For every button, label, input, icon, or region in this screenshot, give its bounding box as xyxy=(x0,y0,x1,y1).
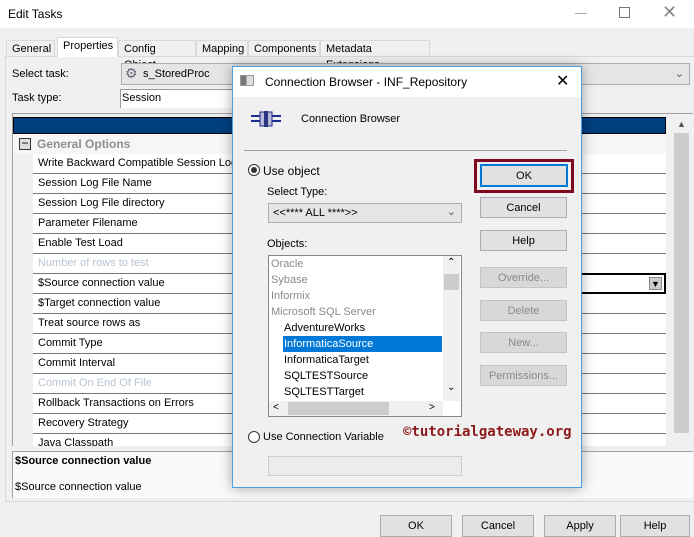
task-type-value: Session xyxy=(122,92,162,104)
dialog-title: Connection Browser - INF_Repository xyxy=(265,75,468,89)
dialog-ok-button[interactable]: OK xyxy=(480,164,568,187)
scrollbar-thumb[interactable] xyxy=(444,274,459,290)
list-item[interactable]: InformaticaSource xyxy=(283,336,442,352)
row-label: Session Log File Name xyxy=(38,177,152,189)
dialog-help-button[interactable]: Help xyxy=(480,230,567,251)
select-type-label: Select Type: xyxy=(267,186,328,198)
scroll-down-icon[interactable]: ⌄ xyxy=(447,382,455,393)
scrollbar-thumb[interactable] xyxy=(288,402,389,415)
tab-mapping[interactable]: Mapping xyxy=(196,40,248,57)
group-label: General Options xyxy=(37,137,131,151)
dialog-heading: Connection Browser xyxy=(301,113,401,125)
list-vertical-scrollbar[interactable]: ⌃ ⌄ xyxy=(443,256,460,401)
app-icon xyxy=(240,75,254,86)
row-label: Rollback Transactions on Errors xyxy=(38,397,194,409)
list-item[interactable]: AdventureWorks xyxy=(283,320,365,336)
tab-general[interactable]: General xyxy=(6,40,55,57)
new-button[interactable]: New... xyxy=(480,332,567,353)
row-label: $Target connection value xyxy=(38,297,161,309)
row-label: Commit Type xyxy=(38,337,103,349)
row-label: Write Backward Compatible Session Log xyxy=(38,157,238,169)
select-task-value: s_StoredProc xyxy=(143,68,210,80)
separator xyxy=(244,150,567,151)
row-label: Session Log File directory xyxy=(38,197,165,209)
select-type-dropdown[interactable]: <<**** ALL ****>> ⌄ xyxy=(268,203,462,223)
objects-label: Objects: xyxy=(267,238,308,250)
dialog-title-bar: Connection Browser - INF_Repository ✕ xyxy=(233,67,581,97)
connection-icon xyxy=(251,111,281,127)
title-bar: Edit Tasks ✕ xyxy=(0,0,694,28)
select-task-label: Select task: xyxy=(12,68,69,80)
delete-button[interactable]: Delete xyxy=(480,300,567,321)
collapse-icon[interactable]: − xyxy=(19,137,31,150)
maximize-button[interactable] xyxy=(619,7,630,18)
task-type-field: Session xyxy=(120,89,240,108)
scroll-right-icon[interactable]: > xyxy=(429,402,435,413)
dropdown-arrow-icon[interactable]: ▼ xyxy=(649,277,662,290)
task-type-label: Task type: xyxy=(12,92,62,104)
list-horizontal-scrollbar[interactable]: < > xyxy=(269,401,443,416)
use-connection-variable-label: Use Connection Variable xyxy=(263,431,384,443)
tab-properties[interactable]: Properties xyxy=(57,37,118,57)
list-category[interactable]: Oracle xyxy=(271,256,303,272)
tab-components[interactable]: Components xyxy=(248,40,320,57)
dialog-cancel-button[interactable]: Cancel xyxy=(480,197,567,218)
list-category[interactable]: Microsoft SQL Server xyxy=(271,304,376,320)
connection-variable-input[interactable] xyxy=(268,456,462,476)
list-category[interactable]: Sybase xyxy=(271,272,308,288)
window-title: Edit Tasks xyxy=(8,7,63,21)
use-object-label: Use object xyxy=(263,164,320,178)
use-object-radio[interactable] xyxy=(248,164,260,176)
list-category[interactable]: Informix xyxy=(271,288,310,304)
row-label: Commit On End Of File xyxy=(38,377,152,389)
chevron-down-icon: ⌄ xyxy=(674,68,684,80)
watermark: ©tutorialgateway.org xyxy=(403,424,572,440)
row-label: Recovery Strategy xyxy=(38,417,129,429)
row-label: Enable Test Load xyxy=(38,237,123,249)
vertical-scrollbar[interactable]: ▲ xyxy=(673,117,690,446)
dialog-close-button[interactable]: ✕ xyxy=(556,71,569,91)
tab-config-object[interactable]: Config Object xyxy=(118,40,196,71)
list-item[interactable]: InformaticaTarget xyxy=(283,352,369,368)
connection-browser-dialog: Connection Browser - INF_Repository ✕ Co… xyxy=(232,66,582,488)
row-label: Commit Interval xyxy=(38,357,116,369)
scrollbar-thumb[interactable] xyxy=(674,133,689,433)
description-text: $Source connection value xyxy=(15,481,142,493)
row-label: Treat source rows as xyxy=(38,317,141,329)
list-item[interactable]: SQLTESTTarget xyxy=(283,384,364,400)
gear-icon: ⚙ xyxy=(125,65,138,81)
row-label: Java Classpath xyxy=(38,437,114,446)
list-item[interactable]: SQLTESTSource xyxy=(283,368,368,384)
row-label: $Source connection value xyxy=(38,277,165,289)
override-button[interactable]: Override... xyxy=(480,267,567,288)
minimize-button[interactable] xyxy=(575,13,587,14)
select-type-value: <<**** ALL ****>> xyxy=(273,207,358,219)
row-label: Number of rows to test xyxy=(38,257,149,269)
scroll-left-icon[interactable]: < xyxy=(273,402,279,413)
close-button[interactable]: ✕ xyxy=(662,2,677,23)
objects-list[interactable]: Oracle Sybase Informix Microsoft SQL Server… xyxy=(268,255,462,417)
description-title: $Source connection value xyxy=(15,455,152,467)
scroll-up-icon[interactable]: ▲ xyxy=(677,119,686,129)
permissions-button[interactable]: Permissions... xyxy=(480,365,567,386)
chevron-down-icon: ⌄ xyxy=(446,206,456,218)
row-label: Parameter Filename xyxy=(38,217,138,229)
scroll-up-icon[interactable]: ⌃ xyxy=(447,257,455,268)
use-connection-variable-radio[interactable] xyxy=(248,431,260,443)
tab-metadata-extensions[interactable]: Metadata Extensions xyxy=(320,40,430,71)
